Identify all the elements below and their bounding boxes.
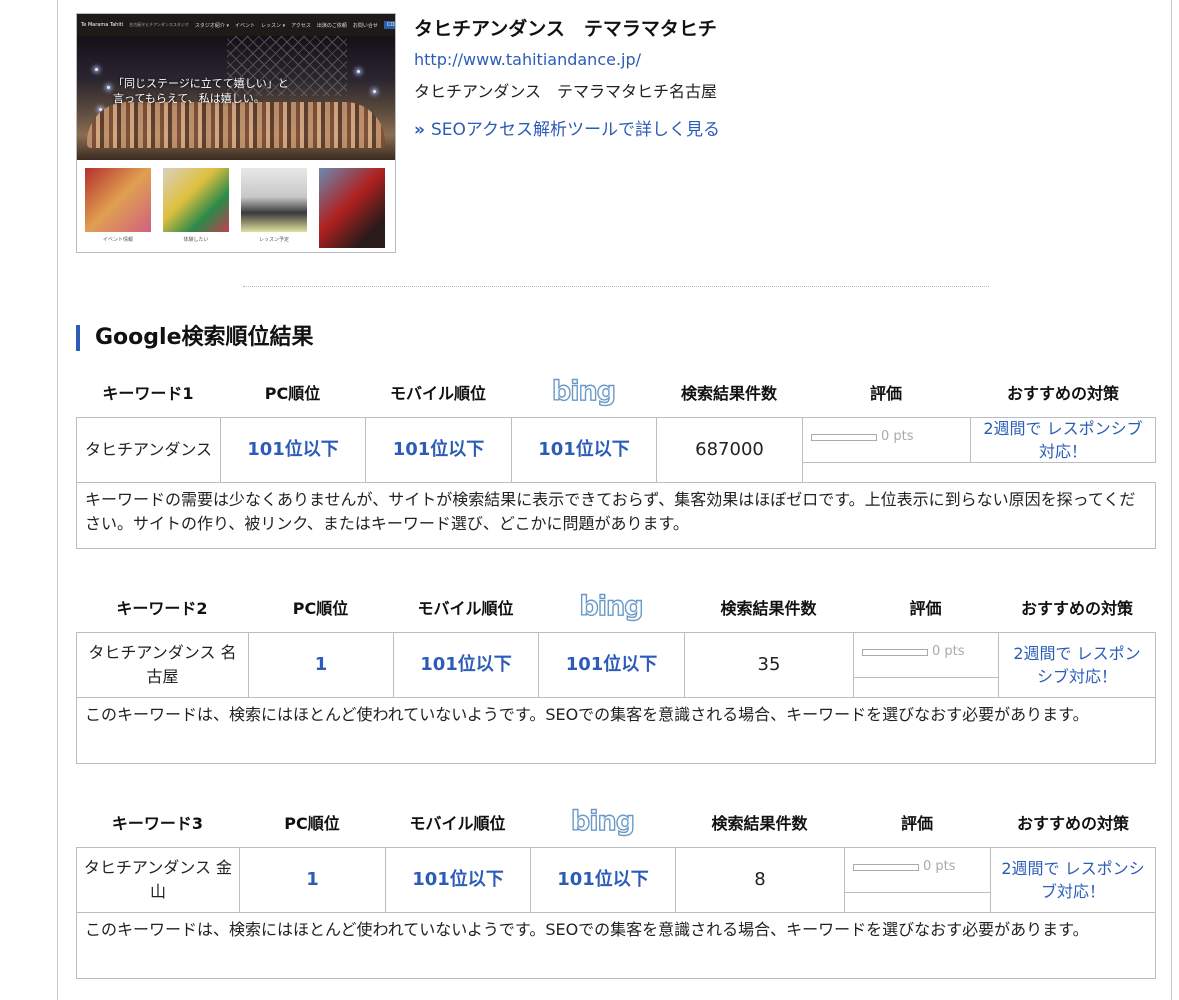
keyword-comment: キーワードの需要は少なくありませんが、サイトが検索結果に表示できておらず、集客効…	[76, 482, 1156, 549]
recommendation-link[interactable]: 2週間で レスポンシブ対応！	[990, 847, 1156, 913]
thumbnail-hero-image: 「同じステージに立てて嬉しい」と 言ってもらえて、私は嬉しい。	[77, 36, 395, 160]
bing-logo-header: bing	[511, 376, 656, 407]
keyword-header: キーワード1	[102, 384, 194, 403]
score-bar-track	[811, 433, 877, 441]
evaluation-cell: 0 pts	[844, 847, 991, 893]
keyword-cell: タヒチアンダンス 金山	[76, 847, 240, 913]
bing-logo-icon: bing	[579, 591, 645, 622]
thumbnail-tiles: イベント情報 体験したい レッスン予定	[77, 160, 395, 252]
recommendation-link[interactable]: 2週間で レスポンシブ対応！	[970, 417, 1156, 463]
score-bar-track	[862, 648, 928, 656]
score-bar: 0 pts	[853, 855, 956, 879]
thumbnail-brand: Te Marama Tahiti	[81, 22, 124, 28]
keyword-header: キーワード2	[116, 599, 208, 618]
page-frame-right-border	[1171, 0, 1172, 1000]
pc-rank-header: PC順位	[284, 814, 340, 833]
keyword-cell: タヒチアンダンス 名古屋	[76, 632, 249, 698]
seo-analysis-link-label: SEOアクセス解析ツールで詳しく見る	[430, 120, 721, 140]
score-points: 0 pts	[932, 644, 965, 659]
evaluation-cell: 0 pts	[802, 417, 971, 463]
result-count-cell: 8	[675, 847, 845, 913]
result-count-header: 検索結果件数	[711, 814, 808, 833]
thumbnail-tile	[319, 168, 385, 252]
result-count-header: 検索結果件数	[720, 599, 817, 618]
pc-rank-cell: 101位以下	[220, 417, 366, 483]
mobile-rank-header: モバイル順位	[389, 384, 486, 403]
pc-rank-header: PC順位	[292, 599, 349, 618]
pc-rank-cell: 1	[248, 632, 394, 698]
thumbnail-nav-item: スタジオ紹介 ▾	[194, 22, 229, 29]
bing-rank-cell: 101位以下	[538, 632, 685, 698]
bing-logo-header: bing	[538, 591, 684, 622]
dotted-divider	[243, 286, 989, 287]
result-count-cell: 35	[684, 632, 854, 698]
recommendation-link[interactable]: 2週間で レスポンシブ対応！	[998, 632, 1156, 698]
recommendation-header: おすすめの対策	[1016, 814, 1129, 833]
thumbnail-tile: レッスン予定	[241, 168, 307, 252]
section-title: Google検索順位結果	[76, 325, 314, 351]
thumbnail-nav-item: アクセス	[291, 22, 311, 29]
pc-rank-header: PC順位	[264, 384, 321, 403]
thumbnail-nav-item: お問い合せ	[352, 22, 378, 29]
mobile-rank-header: モバイル順位	[409, 814, 506, 833]
evaluation-header: 評価	[909, 599, 942, 618]
keyword-cell: タヒチアンダンス	[76, 417, 221, 483]
thumbnail-contact-badge: CONTACT	[383, 21, 395, 29]
bing-logo-icon: bing	[551, 376, 617, 407]
evaluation-cell: 0 pts	[853, 632, 999, 678]
site-title: タヒチアンダンス テマラマタヒチ	[414, 18, 717, 40]
keyword-result-block: キーワード1 PC順位 モバイル順位 bing 検索結果件数 評価 おすすめの対…	[76, 376, 1156, 549]
keyword-comment: このキーワードは、検索にはほとんど使われていないようです。SEOでの集客を意識さ…	[76, 697, 1156, 764]
thumbnail-tile: 体験したい	[163, 168, 229, 252]
dancers-crowd-graphic	[87, 102, 385, 148]
score-bar: 0 pts	[862, 640, 965, 664]
double-chevron-right-icon: »	[414, 120, 425, 140]
keyword-comment: このキーワードは、検索にはほとんど使われていないようです。SEOでの集客を意識さ…	[76, 912, 1156, 979]
site-description: タヒチアンダンス テマラマタヒチ名古屋	[414, 82, 718, 101]
evaluation-header: 評価	[869, 384, 902, 403]
result-count-cell: 687000	[656, 417, 803, 483]
result-count-header: 検索結果件数	[680, 384, 777, 403]
score-points: 0 pts	[881, 429, 914, 444]
mobile-rank-cell: 101位以下	[393, 632, 539, 698]
evaluation-header: 評価	[900, 814, 933, 833]
thumbnail-nav-bar: Te Marama Tahiti 名古屋タヒチアンダンススタジオ スタジオ紹介 …	[77, 14, 395, 36]
recommendation-header: おすすめの対策	[1006, 384, 1119, 403]
thumbnail-nav-item: 出演のご依頼	[316, 22, 347, 29]
thumbnail-brand-sub: 名古屋タヒチアンダンススタジオ	[129, 22, 189, 27]
thumbnail-hero-caption: 「同じステージに立てて嬉しい」と 言ってもらえて、私は嬉しい。	[113, 77, 289, 105]
bing-rank-cell: 101位以下	[511, 417, 657, 483]
thumbnail-tile: イベント情報	[85, 168, 151, 252]
bing-rank-cell: 101位以下	[530, 847, 676, 913]
site-screenshot-thumbnail[interactable]: Te Marama Tahiti 名古屋タヒチアンダンススタジオ スタジオ紹介 …	[76, 13, 396, 253]
keyword-result-block: キーワード3 PC順位 モバイル順位 bing 検索結果件数 評価 おすすめの対…	[76, 806, 1156, 979]
bing-logo-icon: bing	[570, 806, 636, 837]
score-bar: 0 pts	[811, 425, 914, 449]
mobile-rank-header: モバイル順位	[417, 599, 514, 618]
recommendation-header: おすすめの対策	[1020, 599, 1133, 618]
keyword-header: キーワード3	[111, 814, 204, 833]
score-bar-track	[853, 863, 919, 871]
pc-rank-cell: 1	[239, 847, 386, 913]
mobile-rank-cell: 101位以下	[385, 847, 531, 913]
bing-logo-header: bing	[530, 806, 675, 837]
keyword-result-block: キーワード2 PC順位 モバイル順位 bing 検索結果件数 評価 おすすめの対…	[76, 591, 1156, 764]
mobile-rank-cell: 101位以下	[365, 417, 512, 483]
thumbnail-nav-item: レッスン ▾	[260, 22, 286, 29]
score-points: 0 pts	[923, 859, 956, 874]
seo-analysis-link[interactable]: » SEOアクセス解析ツールで詳しく見る	[414, 115, 720, 140]
site-url-link[interactable]: http://www.tahitiandance.jp/	[414, 50, 641, 69]
page-frame-left-border	[57, 0, 58, 1000]
thumbnail-nav-item: イベント	[234, 22, 255, 29]
